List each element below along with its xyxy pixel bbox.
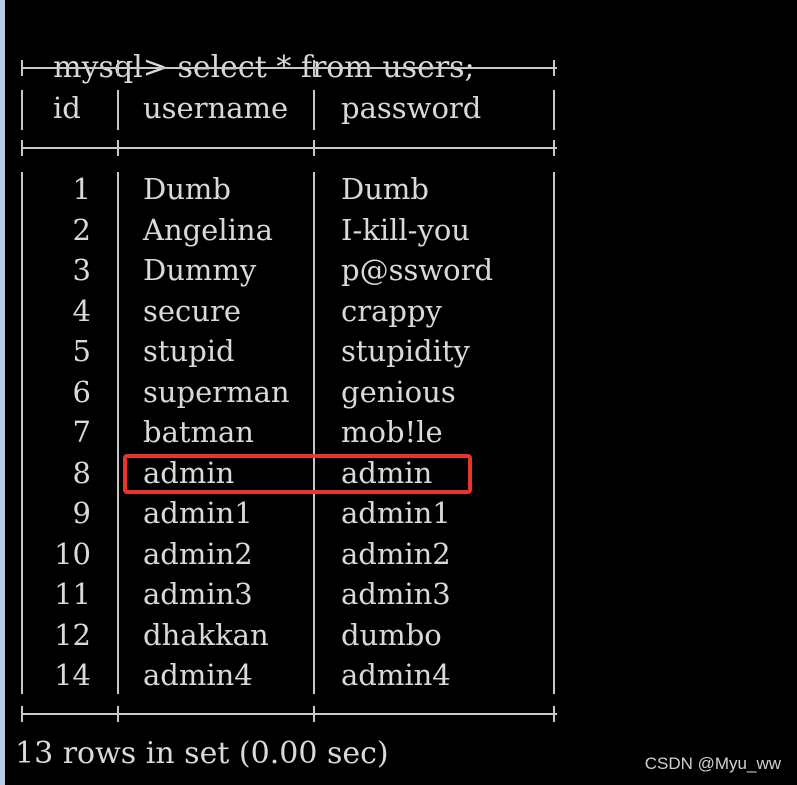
row-username: admin2 — [143, 537, 253, 571]
row-id: 10 — [54, 537, 91, 571]
border-corner — [553, 60, 555, 76]
row-password: I-kill-you — [341, 213, 470, 247]
border-corner — [21, 706, 23, 722]
row-username: Dumb — [143, 172, 231, 206]
row-password: admin4 — [341, 658, 451, 692]
row-id: 12 — [54, 618, 91, 652]
border-right-header — [553, 90, 555, 130]
row-username: batman — [143, 415, 254, 449]
watermark: CSDN @Myu_ww — [644, 754, 781, 773]
border-divider-body — [117, 172, 119, 694]
row-id: 8 — [72, 456, 91, 490]
header-username: username — [143, 91, 289, 125]
border-corner — [21, 140, 23, 156]
row-password: crappy — [341, 294, 442, 328]
row-id: 6 — [72, 375, 91, 409]
result-footer: 13 rows in set (0.00 sec) — [15, 736, 389, 771]
border-corner — [553, 140, 555, 156]
table-border-top — [21, 67, 557, 69]
row-id: 1 — [72, 172, 91, 206]
command-line: mysql> select * from users; — [15, 8, 475, 85]
border-joint — [313, 140, 315, 156]
row-id: 5 — [72, 334, 91, 368]
row-password: Dumb — [341, 172, 429, 206]
row-username: admin3 — [143, 577, 253, 611]
row-id: 4 — [72, 294, 91, 328]
header-id: id — [53, 91, 81, 125]
row-password: admin1 — [341, 496, 451, 530]
row-password: mob!le — [341, 415, 443, 449]
border-left-header — [21, 90, 23, 130]
border-right-body — [553, 172, 555, 694]
border-corner — [21, 60, 23, 76]
row-username: admin1 — [143, 496, 253, 530]
row-username: superman — [143, 375, 290, 409]
row-id: 7 — [72, 415, 91, 449]
row-id: 11 — [54, 577, 91, 611]
row-password: dumbo — [341, 618, 442, 652]
row-username: admin4 — [143, 658, 253, 692]
highlight-box — [123, 454, 472, 494]
border-divider-body — [313, 172, 315, 694]
row-password: p@ssword — [341, 253, 494, 287]
row-username: secure — [143, 294, 241, 328]
header-password: password — [341, 91, 482, 125]
row-id: 9 — [72, 496, 91, 530]
border-joint — [117, 60, 119, 76]
border-joint — [313, 60, 315, 76]
row-password: admin3 — [341, 577, 451, 611]
border-joint — [117, 706, 119, 722]
row-id: 14 — [54, 658, 91, 692]
table-border-bottom — [21, 713, 557, 715]
row-id: 3 — [72, 253, 91, 287]
border-corner — [553, 706, 555, 722]
terminal-window[interactable]: mysql> select * from users; id username … — [0, 0, 797, 785]
row-username: Angelina — [143, 213, 273, 247]
row-username: stupid — [143, 334, 235, 368]
border-divider-header — [117, 90, 119, 130]
row-id: 2 — [72, 213, 91, 247]
row-password: admin2 — [341, 537, 451, 571]
row-username: Dummy — [143, 253, 257, 287]
table-border-header-bottom — [21, 147, 557, 149]
border-joint — [313, 706, 315, 722]
row-password: stupidity — [341, 334, 470, 368]
border-joint — [117, 140, 119, 156]
border-divider-header — [313, 90, 315, 130]
row-password: genious — [341, 375, 456, 409]
row-username: dhakkan — [143, 618, 269, 652]
